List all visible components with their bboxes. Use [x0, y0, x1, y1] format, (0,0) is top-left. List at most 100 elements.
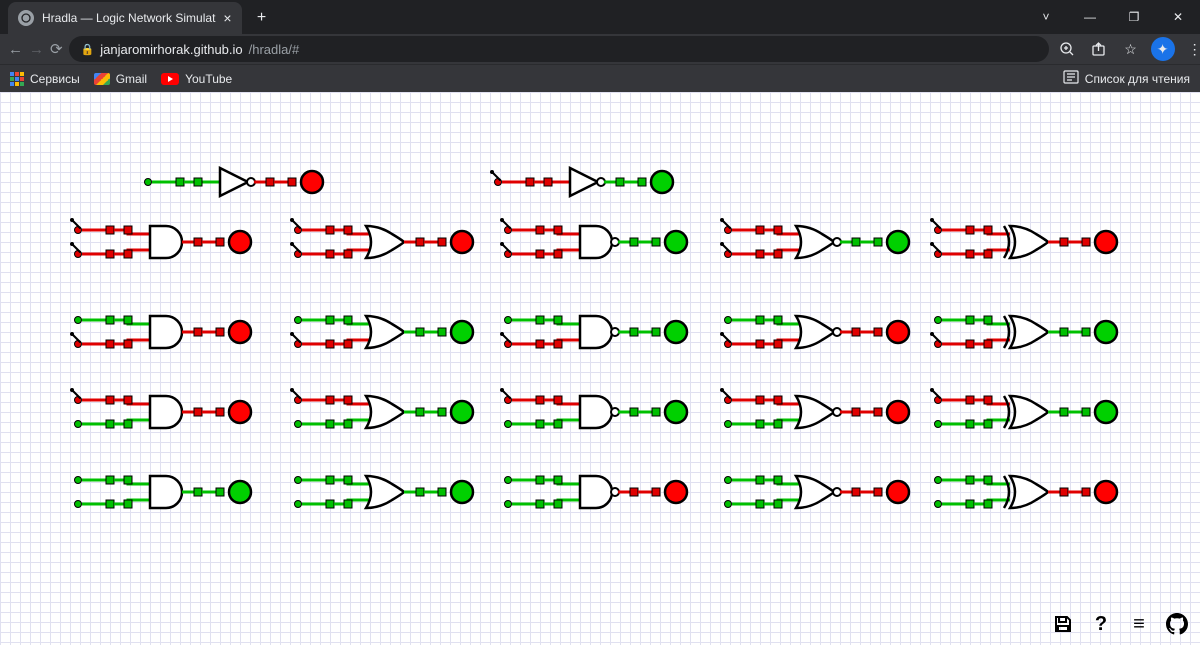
circuit-xor[interactable]: [930, 218, 1117, 258]
circuit-nand[interactable]: [505, 476, 688, 508]
circuit-xor[interactable]: [930, 388, 1117, 428]
gate-body[interactable]: [1004, 396, 1048, 428]
output-lamp[interactable]: [301, 171, 323, 193]
close-tab-icon[interactable]: ×: [223, 10, 231, 26]
circuit-and[interactable]: [70, 388, 251, 428]
circuit-and[interactable]: [70, 316, 251, 348]
simulator-canvas[interactable]: ? ≡: [0, 92, 1200, 645]
gate-body[interactable]: [366, 226, 404, 258]
close-window-icon[interactable]: ✕: [1156, 0, 1200, 34]
save-button[interactable]: [1050, 611, 1076, 637]
floating-menu: ? ≡: [1050, 611, 1190, 637]
gate-body[interactable]: [1004, 476, 1048, 508]
output-lamp[interactable]: [229, 481, 251, 503]
gate-body[interactable]: [796, 396, 841, 428]
output-lamp[interactable]: [665, 481, 687, 503]
output-lamp[interactable]: [229, 321, 251, 343]
circuit-or[interactable]: [290, 316, 473, 348]
output-lamp[interactable]: [887, 401, 909, 423]
apps-bookmark[interactable]: Сервисы: [10, 72, 80, 86]
gate-body[interactable]: [220, 168, 255, 196]
gate-body[interactable]: [1004, 316, 1048, 348]
gate-body[interactable]: [150, 316, 182, 348]
titlebar: Hradla — Logic Network Simulat × + ˅ ― ❐…: [0, 0, 1200, 34]
reload-button[interactable]: ⟳: [50, 36, 63, 62]
gate-body[interactable]: [366, 476, 404, 508]
output-lamp[interactable]: [1095, 321, 1117, 343]
maximize-icon[interactable]: ❐: [1112, 0, 1156, 34]
output-lamp[interactable]: [451, 321, 473, 343]
output-lamp[interactable]: [229, 401, 251, 423]
bookmark-label: Сервисы: [30, 72, 80, 86]
url-input[interactable]: 🔒 janjaromirhorak.github.io/hradla/#: [69, 36, 1049, 62]
output-lamp[interactable]: [665, 401, 687, 423]
output-lamp[interactable]: [887, 321, 909, 343]
circuit-or[interactable]: [295, 476, 474, 508]
share-icon[interactable]: [1087, 37, 1111, 61]
github-button[interactable]: [1164, 611, 1190, 637]
gate-body[interactable]: [366, 316, 404, 348]
browser-tab[interactable]: Hradla — Logic Network Simulat ×: [8, 2, 242, 34]
output-lamp[interactable]: [1095, 231, 1117, 253]
gate-body[interactable]: [150, 226, 182, 258]
bookmark-star-icon[interactable]: ☆: [1119, 37, 1143, 61]
circuit-svg[interactable]: [0, 92, 1200, 645]
back-button[interactable]: ←: [8, 36, 23, 62]
minimize-icon[interactable]: ―: [1068, 0, 1112, 34]
gate-body[interactable]: [796, 476, 841, 508]
output-lamp[interactable]: [451, 481, 473, 503]
chevron-down-icon[interactable]: ˅: [1024, 0, 1068, 34]
circuit-and[interactable]: [75, 476, 252, 508]
circuit-nand[interactable]: [500, 388, 687, 428]
gate-body[interactable]: [580, 226, 619, 258]
output-lamp[interactable]: [651, 171, 673, 193]
output-lamp[interactable]: [665, 321, 687, 343]
circuit-and[interactable]: [70, 218, 251, 258]
circuit-xor[interactable]: [935, 476, 1118, 508]
gate-body[interactable]: [796, 226, 841, 258]
circuit-nor[interactable]: [720, 218, 909, 258]
circuit-not[interactable]: [490, 168, 673, 196]
url-path: /hradla/#: [249, 42, 300, 57]
forward-button[interactable]: →: [29, 36, 44, 62]
circuit-nor[interactable]: [720, 316, 909, 348]
gate-body[interactable]: [796, 316, 841, 348]
new-tab-button[interactable]: +: [248, 4, 276, 32]
menu-button[interactable]: ≡: [1126, 611, 1152, 637]
circuit-or[interactable]: [290, 388, 473, 428]
youtube-bookmark[interactable]: YouTube: [161, 72, 232, 86]
gate-body[interactable]: [150, 396, 182, 428]
circuit-xor[interactable]: [930, 316, 1117, 348]
gate-body[interactable]: [580, 396, 619, 428]
gate-body[interactable]: [570, 168, 605, 196]
gate-body[interactable]: [1004, 226, 1048, 258]
gmail-bookmark[interactable]: Gmail: [94, 72, 147, 86]
reading-list-button[interactable]: Список для чтения: [1063, 70, 1190, 87]
reading-list-label: Список для чтения: [1085, 72, 1190, 86]
circuit-not[interactable]: [145, 168, 324, 196]
reading-list-icon: [1063, 70, 1079, 87]
gmail-icon: [94, 73, 110, 85]
output-lamp[interactable]: [887, 481, 909, 503]
circuit-or[interactable]: [290, 218, 473, 258]
circuit-nor[interactable]: [725, 476, 910, 508]
help-button[interactable]: ?: [1088, 611, 1114, 637]
output-lamp[interactable]: [1095, 401, 1117, 423]
output-lamp[interactable]: [451, 231, 473, 253]
output-lamp[interactable]: [665, 231, 687, 253]
gate-body[interactable]: [580, 476, 619, 508]
gate-body[interactable]: [150, 476, 182, 508]
output-lamp[interactable]: [451, 401, 473, 423]
output-lamp[interactable]: [229, 231, 251, 253]
circuit-nor[interactable]: [720, 388, 909, 428]
circuit-nand[interactable]: [500, 316, 687, 348]
extension-icon[interactable]: ✦: [1151, 37, 1175, 61]
output-lamp[interactable]: [1095, 481, 1117, 503]
gate-body[interactable]: [366, 396, 404, 428]
circuit-nand[interactable]: [500, 218, 687, 258]
output-lamp[interactable]: [887, 231, 909, 253]
zoom-icon[interactable]: [1055, 37, 1079, 61]
kebab-menu-icon[interactable]: ⋮: [1183, 37, 1200, 61]
bookmark-label: YouTube: [185, 72, 232, 86]
gate-body[interactable]: [580, 316, 619, 348]
